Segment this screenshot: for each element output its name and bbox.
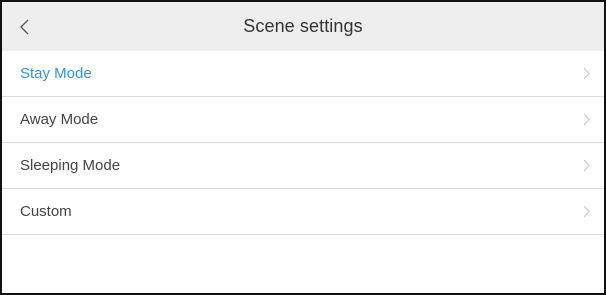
scene-item-label: Custom <box>20 203 72 220</box>
scene-settings-screen: Scene settings Stay Mode Away Mode Sleep… <box>0 0 606 295</box>
scene-item-label: Stay Mode <box>20 65 92 82</box>
scene-list: Stay Mode Away Mode Sleeping Mode Custom <box>2 51 604 235</box>
chevron-right-icon <box>583 159 590 172</box>
back-button[interactable] <box>10 2 50 51</box>
scene-item-sleeping-mode[interactable]: Sleeping Mode <box>2 143 604 189</box>
chevron-left-icon <box>20 19 29 35</box>
scene-item-label: Sleeping Mode <box>20 157 121 174</box>
scene-item-stay-mode[interactable]: Stay Mode <box>2 51 604 97</box>
scene-item-label: Away Mode <box>20 111 99 128</box>
chevron-right-icon <box>583 205 590 218</box>
page-title: Scene settings <box>243 16 363 36</box>
scene-item-custom[interactable]: Custom <box>2 189 604 235</box>
top-bar: Scene settings <box>2 2 604 51</box>
scene-item-away-mode[interactable]: Away Mode <box>2 97 604 143</box>
chevron-right-icon <box>583 67 590 80</box>
chevron-right-icon <box>583 113 590 126</box>
